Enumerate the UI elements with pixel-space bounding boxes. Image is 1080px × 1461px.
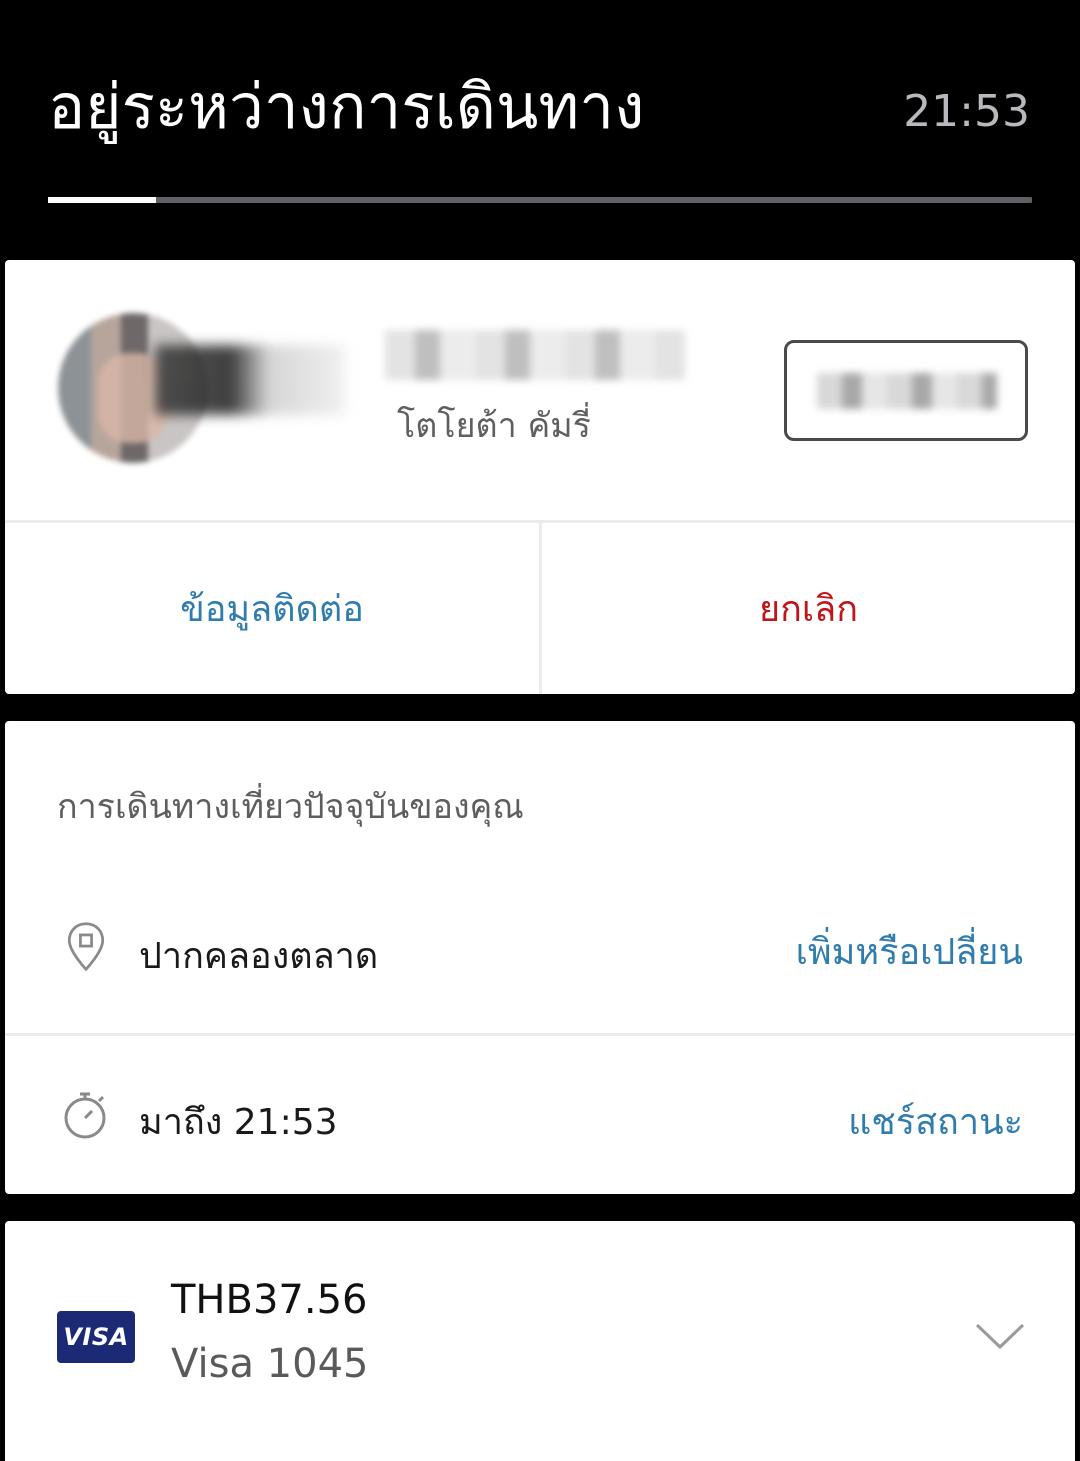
stopwatch-icon (64, 1092, 106, 1139)
cancel-trip-button[interactable]: ยกเลิก (542, 523, 1075, 694)
vehicle-model: โตโยต้า คัมรี่ (397, 406, 591, 446)
page-title: อยู่ระหว่างการเดินทาง (48, 70, 645, 143)
trip-progress-bar (48, 197, 1032, 203)
trip-progress-fill (48, 197, 157, 203)
trip-heading: การเดินทางเที่ยวปัจจุบันของคุณ (57, 787, 524, 827)
license-plate (784, 340, 1028, 441)
payment-card[interactable]: VISA THB37.56 Visa 1045 (5, 1221, 1075, 1461)
header-time: 21:53 (903, 86, 1030, 137)
arrival-time: มาถึง 21:53 (139, 1102, 338, 1143)
contact-info-button[interactable]: ข้อมูลติดต่อ (5, 523, 539, 694)
driver-name-redacted (385, 330, 685, 380)
driver-avatar-redaction (155, 345, 345, 415)
share-status-link[interactable]: แชร์สถานะ (848, 1093, 1023, 1150)
current-trip-card: การเดินทางเที่ยวปัจจุบันของคุณ ปากคลองตล… (5, 721, 1075, 1194)
visa-logo: VISA (57, 1311, 135, 1363)
add-or-change-destination-link[interactable]: เพิ่มหรือเปลี่ยน (796, 923, 1023, 980)
divider (5, 1033, 1075, 1036)
driver-card: โตโยต้า คัมรี่ ข้อมูลติดต่อ ยกเลิก (5, 260, 1075, 694)
map-pin-icon (67, 922, 105, 972)
payment-method: Visa 1045 (171, 1341, 369, 1387)
destination-name: ปากคลองตลาด (139, 936, 379, 977)
trip-header: อยู่ระหว่างการเดินทาง 21:53 (0, 0, 1080, 260)
fare-amount: THB37.56 (171, 1277, 368, 1323)
chevron-down-icon[interactable] (973, 1321, 1027, 1351)
license-plate-redacted (817, 373, 997, 409)
